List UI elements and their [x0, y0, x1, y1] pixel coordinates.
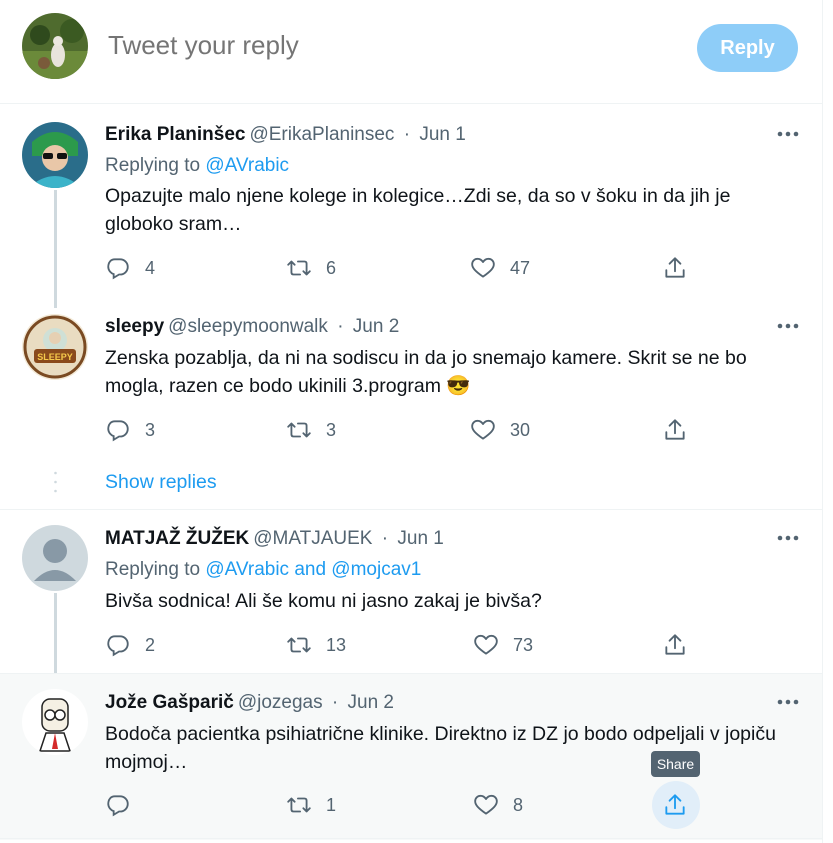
reply-icon	[107, 258, 129, 280]
more-icon[interactable]	[776, 690, 800, 714]
divider	[0, 103, 822, 104]
author-name[interactable]: sleepy	[105, 316, 164, 337]
replying-to: Replying to @AVrabic and @mojcav1	[105, 559, 421, 581]
retweet-icon	[287, 637, 311, 653]
tweet-date[interactable]: Jun 2	[353, 316, 399, 337]
tweet-header: Erika Planinšec @ErikaPlaninsec · Jun 1	[105, 124, 466, 146]
reply-icon	[107, 795, 129, 817]
replying-to: Replying to @AVrabic	[105, 155, 289, 177]
author-name[interactable]: Erika Planinšec	[105, 124, 245, 145]
tweet-text: Zenska pozablja, da ni na sodiscu in da …	[105, 347, 747, 397]
share-icon	[665, 634, 685, 655]
reply-count: 2	[145, 634, 156, 655]
like-action[interactable]: 8	[473, 792, 523, 818]
avatar-badge: SLEEPY	[37, 352, 73, 362]
replying-to-label: Replying to	[105, 559, 201, 580]
tweet-date[interactable]: Jun 2	[348, 692, 394, 713]
tweet-text: Opazujte malo njene kolege in kolegice…Z…	[105, 185, 731, 235]
column-border	[822, 0, 823, 843]
share-action[interactable]	[662, 255, 688, 281]
retweet-count: 6	[326, 257, 337, 278]
separator: ·	[337, 316, 344, 337]
replying-to-label: Replying to	[105, 155, 201, 176]
retweet-action[interactable]: 3	[286, 417, 336, 443]
thread-dots	[54, 470, 57, 498]
tweet-header: sleepy @sleepymoonwalk · Jun 2	[105, 316, 399, 338]
reply-count: 4	[145, 257, 156, 278]
author-name[interactable]: Jože Gašparič	[105, 692, 234, 713]
retweet-icon	[287, 260, 311, 276]
avatar[interactable]: SLEEPY	[22, 314, 88, 380]
reply-count: 3	[145, 419, 156, 440]
reply-input[interactable]	[108, 30, 668, 61]
more-icon[interactable]	[776, 122, 800, 146]
share-icon	[665, 794, 685, 815]
reply-icon	[107, 420, 129, 442]
separator: ·	[331, 692, 339, 713]
share-icon	[665, 257, 685, 278]
author-handle[interactable]: @ErikaPlaninsec	[249, 124, 394, 145]
share-action[interactable]	[662, 792, 688, 818]
retweet-icon	[287, 797, 311, 813]
replying-to-link[interactable]: @AVrabic and @mojcav1	[205, 559, 421, 580]
reply-action[interactable]: 3	[105, 417, 155, 443]
divider	[0, 673, 822, 674]
tweet-text: Bivša sodnica! Ali še komu ni jasno zaka…	[105, 590, 542, 612]
retweet-action[interactable]: 6	[286, 255, 336, 281]
heart-icon	[471, 257, 495, 278]
like-action[interactable]: 47	[470, 255, 530, 281]
author-handle[interactable]: @jozegas	[238, 692, 323, 713]
tweet-date[interactable]: Jun 1	[419, 124, 465, 145]
reply-button[interactable]: Reply	[697, 24, 798, 72]
reply-action[interactable]: 4	[105, 255, 155, 281]
heart-icon	[474, 634, 498, 655]
separator: ·	[381, 528, 389, 549]
reply-icon	[107, 635, 129, 657]
my-avatar[interactable]	[22, 13, 88, 79]
share-action[interactable]	[662, 417, 688, 443]
reply-action[interactable]: 2	[105, 632, 155, 658]
share-icon	[665, 419, 685, 440]
more-icon[interactable]	[776, 314, 800, 338]
tweet-date[interactable]: Jun 1	[397, 528, 443, 549]
retweet-count: 1	[326, 794, 337, 815]
share-tooltip: Share	[651, 751, 700, 777]
author-name[interactable]: MATJAŽ ŽUŽEK	[105, 528, 249, 549]
like-action[interactable]: 30	[470, 417, 530, 443]
author-handle[interactable]: @sleepymoonwalk	[168, 316, 328, 337]
like-count: 30	[510, 419, 531, 440]
separator: ·	[403, 124, 411, 145]
more-icon[interactable]	[776, 526, 800, 550]
retweet-action[interactable]: 1	[286, 792, 336, 818]
heart-icon	[474, 794, 498, 815]
divider	[0, 509, 822, 510]
divider	[0, 838, 822, 839]
like-count: 47	[510, 257, 531, 278]
tweet-header: Jože Gašparič @jozegas · Jun 2	[105, 692, 394, 714]
avatar[interactable]	[22, 689, 88, 755]
like-action[interactable]: 73	[473, 632, 533, 658]
thread-line	[54, 190, 57, 308]
tweet-header: MATJAŽ ŽUŽEK @MATJAUEK · Jun 1	[105, 528, 444, 550]
retweet-count: 3	[326, 419, 337, 440]
retweet-count: 13	[326, 634, 347, 655]
avatar[interactable]	[22, 525, 88, 591]
reply-action[interactable]	[105, 792, 145, 818]
like-count: 73	[513, 634, 534, 655]
show-replies-link[interactable]: Show replies	[105, 471, 217, 494]
replying-to-link[interactable]: @AVrabic	[205, 155, 289, 176]
heart-icon	[471, 419, 495, 440]
retweet-icon	[287, 422, 311, 438]
author-handle[interactable]: @MATJAUEK	[253, 528, 372, 549]
share-action[interactable]	[662, 632, 688, 658]
avatar[interactable]	[22, 122, 88, 188]
retweet-action[interactable]: 13	[286, 632, 346, 658]
like-count: 8	[513, 794, 524, 815]
